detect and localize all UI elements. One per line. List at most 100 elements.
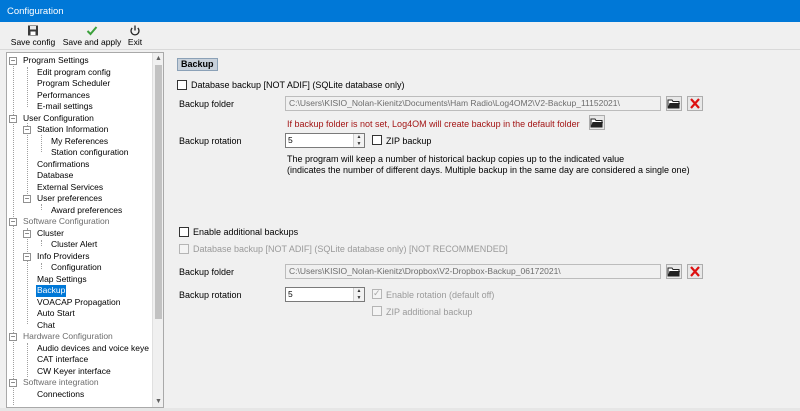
delete-x-icon: [690, 98, 700, 109]
tree-connector: [41, 135, 42, 152]
tree-item-label: Confirmations: [37, 158, 90, 169]
tree-item-label: Database: [37, 170, 74, 180]
zip-additional-backup-label: ZIP additional backup: [386, 307, 473, 317]
tree-item-label: Software integration: [23, 377, 99, 387]
spin-down-icon[interactable]: ▼: [354, 295, 364, 302]
section-title: Backup: [177, 58, 218, 71]
tree-connector: [41, 204, 42, 210]
collapse-icon[interactable]: −: [9, 333, 17, 341]
additional-clear-folder-button[interactable]: [687, 264, 703, 279]
tree-scrollbar[interactable]: ▲ ▼: [152, 53, 163, 407]
tree-item-label: Configuration: [51, 262, 102, 272]
window-title-bar: Configuration: [0, 0, 800, 22]
additional-database-backup-checkbox[interactable]: [179, 244, 189, 254]
tree-connector: [41, 240, 42, 246]
tree-connector: [27, 228, 28, 324]
check-icon: [86, 26, 98, 36]
additional-browse-folder-button[interactable]: [666, 264, 682, 279]
tree-item-label: Program Settings: [23, 55, 89, 65]
scroll-thumb[interactable]: [155, 65, 162, 319]
tree-item-label: Auto Start: [37, 308, 75, 318]
collapse-icon[interactable]: −: [9, 379, 17, 387]
delete-x-icon: [690, 266, 700, 277]
tree-item-label: Connections: [37, 388, 85, 399]
spinner-buttons[interactable]: ▲ ▼: [353, 134, 364, 147]
additional-backup-folder-field[interactable]: C:\Users\KISIO_Nolan-Kienitz\Dropbox\V2-…: [285, 264, 661, 279]
backup-folder-field[interactable]: C:\Users\KISIO_Nolan-Kienitz\Documents\H…: [285, 96, 661, 111]
enable-additional-backups-checkbox[interactable]: [179, 227, 189, 237]
collapse-icon[interactable]: −: [9, 218, 17, 226]
tree-item-label: User Configuration: [23, 112, 94, 123]
save-and-apply-label: Save and apply: [62, 37, 122, 47]
tree-item-label: Performances: [37, 89, 90, 100]
zip-additional-backup-checkbox[interactable]: [372, 306, 382, 316]
tree-item-label: External Services: [37, 181, 104, 192]
tree-item-label: E-mail settings: [37, 101, 93, 111]
folder-open-icon: [590, 118, 603, 128]
tree-item-label: Backup: [36, 285, 67, 297]
backup-rotation-value: 5: [288, 135, 293, 145]
tree-item-label: VOACAP Propagation: [37, 296, 121, 307]
exit-label: Exit: [127, 37, 143, 47]
tree-item-label: CAT interface: [37, 354, 89, 364]
collapse-icon[interactable]: −: [9, 114, 17, 123]
enable-rotation-label: Enable rotation (default off): [386, 290, 495, 300]
tree-item-label: Chat: [37, 319, 55, 330]
additional-backup-rotation-label: Backup rotation: [179, 290, 242, 300]
settings-tree[interactable]: − Program Settings Edit program config P…: [6, 52, 164, 408]
spinner-buttons[interactable]: ▲ ▼: [353, 288, 364, 301]
backup-rotation-spinner[interactable]: 5 ▲ ▼: [285, 133, 365, 148]
collapse-icon[interactable]: −: [23, 229, 31, 238]
tree-item-label: Software Configuration: [23, 216, 110, 226]
save-config-label: Save config: [10, 37, 56, 47]
scroll-down-icon[interactable]: ▼: [153, 396, 163, 407]
tree-item-label: CW Keyer interface: [37, 365, 111, 376]
browse-folder-button[interactable]: [666, 96, 682, 111]
save-config-button[interactable]: Save config: [8, 24, 58, 50]
additional-backup-rotation-value: 5: [288, 289, 293, 299]
backup-folder-label: Backup folder: [179, 99, 235, 109]
floppy-disk-icon: [28, 25, 38, 36]
backup-settings-panel: Backup Database backup [NOT ADIF] (SQLit…: [170, 52, 797, 408]
power-icon: [130, 25, 140, 36]
tree-item-label: Award preferences: [51, 204, 123, 215]
enable-rotation-checkbox[interactable]: [372, 288, 382, 299]
tree-connector: [27, 343, 28, 377]
zip-backup-checkbox[interactable]: [372, 135, 382, 145]
database-backup-checkbox[interactable]: [177, 80, 187, 90]
rotation-note-line-2: (indicates the number of different days.…: [287, 165, 690, 175]
zip-backup-label: ZIP backup: [386, 136, 432, 146]
scroll-up-icon[interactable]: ▲: [153, 53, 163, 64]
tree-connector: [41, 263, 42, 269]
spin-down-icon[interactable]: ▼: [354, 141, 364, 148]
tree-content: − Program Settings Edit program config P…: [7, 53, 153, 407]
tree-connector: [27, 67, 28, 107]
tree-item-label: User preferences: [37, 193, 103, 203]
tree-item-label: Hardware Configuration: [23, 331, 113, 341]
database-backup-label: Database backup [NOT ADIF] (SQLite datab…: [191, 80, 405, 90]
tree-item-label: Station configuration: [51, 147, 129, 157]
additional-database-backup-label: Database backup [NOT ADIF] (SQLite datab…: [193, 244, 508, 254]
collapse-icon[interactable]: −: [23, 195, 31, 203]
folder-open-icon: [667, 99, 680, 109]
tree-item-label: Cluster: [37, 227, 64, 238]
open-default-folder-button[interactable]: [589, 115, 605, 130]
save-and-apply-button[interactable]: Save and apply: [61, 24, 123, 50]
folder-open-icon: [667, 267, 680, 277]
tree-item-label: My References: [51, 135, 109, 146]
tree-item-label: Station Information: [37, 124, 109, 134]
exit-button[interactable]: Exit: [125, 24, 145, 50]
rotation-note-line-1: The program will keep a number of histor…: [287, 154, 625, 164]
collapse-icon[interactable]: −: [23, 252, 31, 261]
clear-folder-button[interactable]: [687, 96, 703, 111]
collapse-icon[interactable]: −: [23, 126, 31, 134]
default-folder-warning: If backup folder is not set, Log4OM will…: [287, 119, 580, 129]
backup-rotation-label: Backup rotation: [179, 136, 242, 146]
tree-item-label: Audio devices and voice keye: [37, 342, 149, 353]
tree-item-label: Edit program config: [37, 66, 111, 77]
collapse-icon[interactable]: −: [9, 57, 17, 65]
additional-backup-rotation-spinner[interactable]: 5 ▲ ▼: [285, 287, 365, 302]
tree-connector: [27, 123, 28, 200]
tree-item-label: Program Scheduler: [37, 78, 111, 88]
window-title: Configuration: [7, 6, 64, 17]
